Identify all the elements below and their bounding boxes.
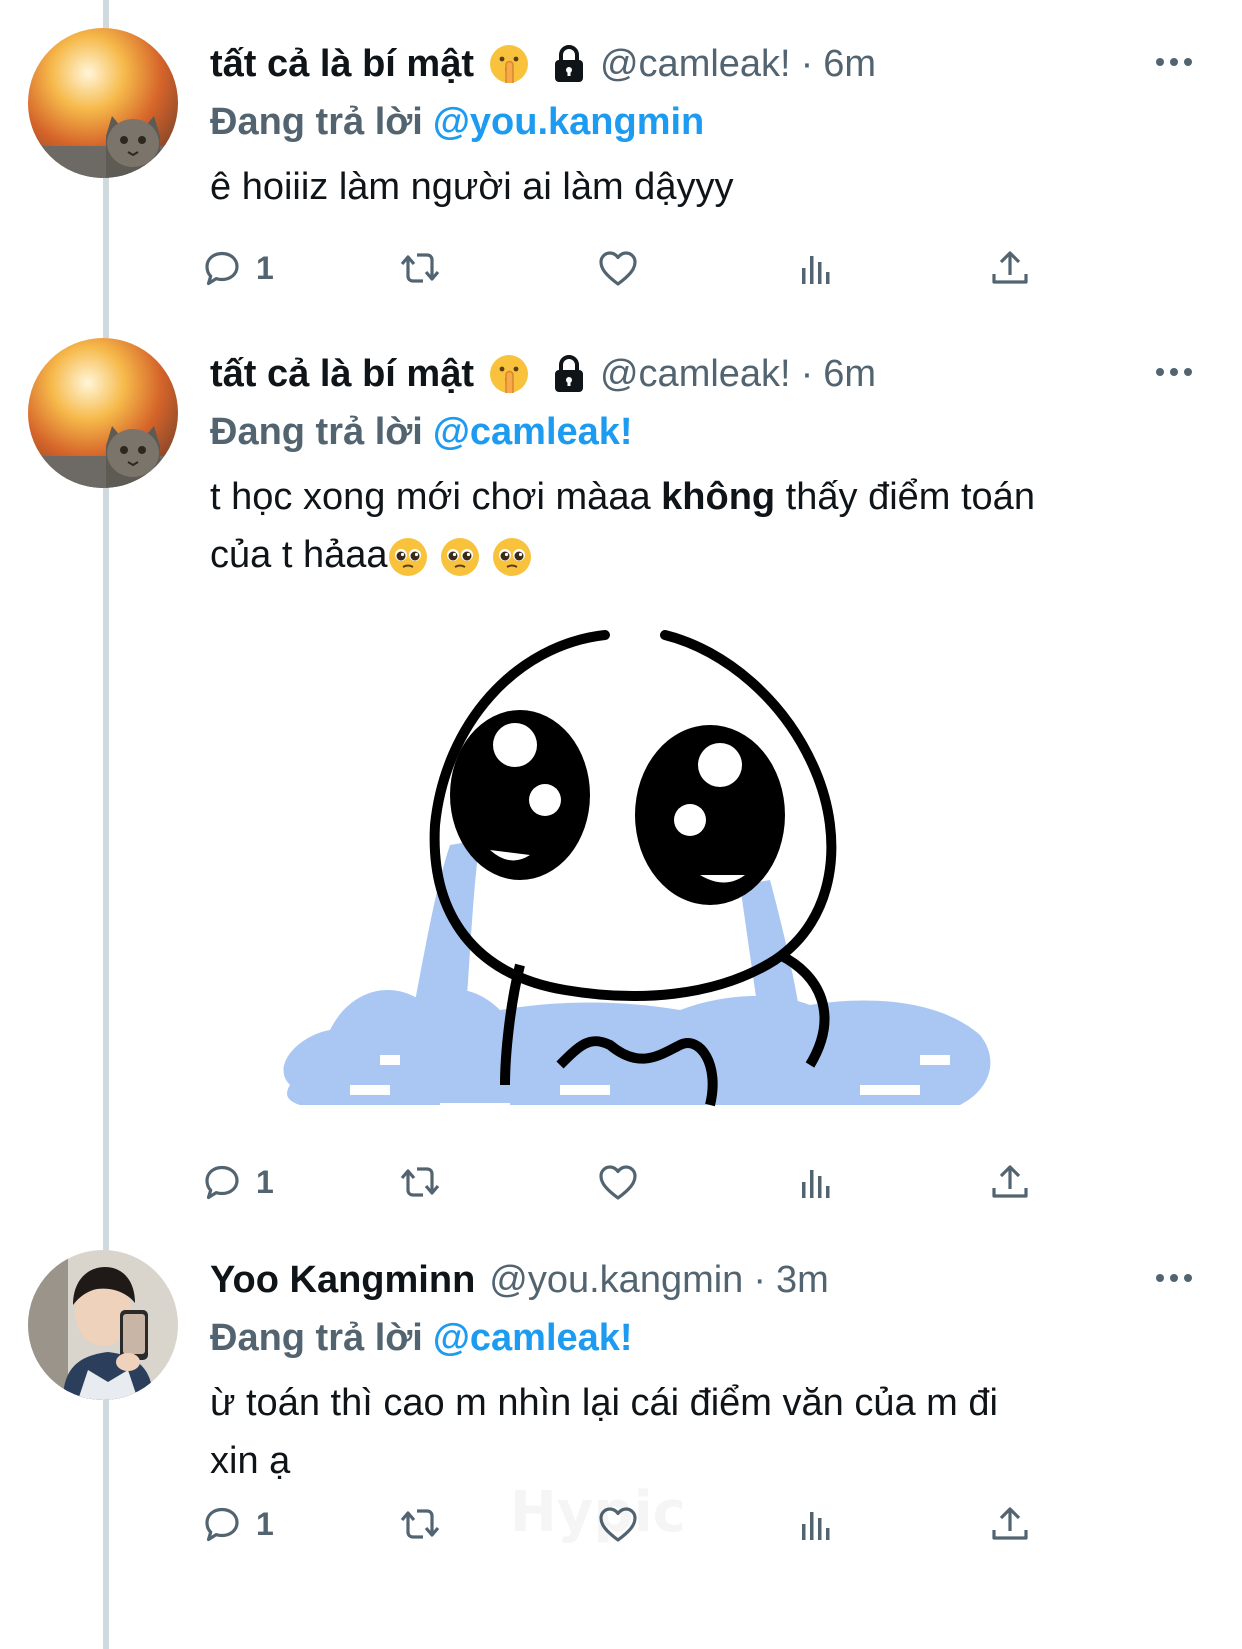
action-bar: 1 — [200, 238, 1060, 298]
timestamp[interactable]: 3m — [776, 1259, 829, 1302]
timestamp[interactable]: 6m — [823, 353, 876, 396]
tweet-text-line2: xin ạ — [210, 1440, 291, 1482]
views-button[interactable] — [794, 1494, 838, 1554]
retweet-icon — [400, 1509, 440, 1539]
lock-icon — [552, 355, 585, 394]
reply-prefix: Đang trả lời — [210, 411, 423, 453]
reply-prefix: Đang trả lời — [210, 1317, 423, 1359]
reply-target-link[interactable]: @camleak! — [433, 1317, 633, 1359]
reply-button[interactable]: 1 — [200, 1494, 274, 1554]
tweet-header: tất cả là bí mật @camleak! · 6m — [210, 346, 1202, 402]
separator-dot: · — [800, 352, 814, 395]
reply-icon — [205, 251, 239, 286]
reply-target-link[interactable]: @you.kangmin — [433, 101, 704, 143]
avatar-you-kangmin[interactable] — [28, 1250, 178, 1400]
crying-sticker-image[interactable] — [260, 615, 1020, 1145]
separator-dot: · — [800, 42, 814, 85]
tweet-text: t học xong mới chơi màaa không thấy điểm… — [210, 468, 1202, 584]
display-name[interactable]: Yoo Kangminn — [210, 1259, 475, 1302]
pleading-face-emoji-icon — [388, 536, 429, 577]
handle[interactable]: @camleak! — [600, 43, 791, 86]
like-icon — [599, 1165, 637, 1200]
display-name[interactable]: tất cả là bí mật — [210, 353, 474, 396]
views-button[interactable] — [794, 1152, 838, 1212]
pleading-face-emoji-icon — [492, 536, 533, 577]
replying-to: Đang trả lời @camleak! — [210, 402, 1202, 462]
shushing-face-emoji-icon — [489, 44, 529, 84]
reply-prefix: Đang trả lời — [210, 101, 423, 143]
retweet-icon — [400, 1167, 440, 1197]
tweet-text: ừ toán thì cao m nhìn lại cái điểm văn c… — [210, 1374, 1202, 1490]
more-icon[interactable] — [1154, 52, 1194, 72]
tweet-text-part: t học xong mới chơi màaa — [210, 476, 662, 518]
tweet-text-line2: của t hảaa — [210, 534, 388, 576]
views-icon — [802, 1512, 830, 1540]
share-icon — [992, 1507, 1028, 1540]
reply-count: 1 — [256, 1163, 274, 1200]
avatar-camleak[interactable] — [28, 28, 178, 178]
replying-to: Đang trả lời @you.kangmin — [210, 92, 1202, 152]
like-button[interactable] — [596, 238, 640, 298]
more-icon[interactable] — [1154, 1268, 1194, 1288]
share-button[interactable] — [988, 238, 1032, 298]
like-button[interactable] — [596, 1152, 640, 1212]
share-icon — [992, 251, 1028, 284]
action-bar: 1 — [200, 1152, 1060, 1212]
thread-line — [103, 0, 109, 1649]
share-button[interactable] — [988, 1152, 1032, 1212]
separator-dot: · — [753, 1258, 766, 1301]
pleading-face-emoji-icon — [440, 536, 481, 577]
tweet-text-line1: ừ toán thì cao m nhìn lại cái điểm văn c… — [210, 1382, 998, 1424]
more-icon[interactable] — [1154, 362, 1194, 382]
tweet-header: tất cả là bí mật @camleak! · 6m — [210, 36, 1202, 92]
retweet-icon — [400, 253, 440, 283]
share-icon — [992, 1165, 1028, 1198]
views-icon — [802, 256, 830, 284]
replying-to: Đang trả lời @camleak! — [210, 1308, 1202, 1368]
watermark: Hypic — [510, 1480, 686, 1545]
reply-count: 1 — [256, 1505, 274, 1542]
retweet-button[interactable] — [398, 238, 442, 298]
tweet-text-part: thấy điểm toán — [775, 476, 1035, 518]
handle[interactable]: @you.kangmin — [489, 1259, 743, 1302]
views-button[interactable] — [794, 238, 838, 298]
reply-target-link[interactable]: @camleak! — [433, 411, 633, 453]
timestamp[interactable]: 6m — [823, 43, 876, 86]
views-icon — [802, 1170, 830, 1198]
tweet-text-bold: không — [661, 476, 776, 518]
reply-button[interactable]: 1 — [200, 1152, 274, 1212]
tweet-text: ê hoiiiz làm người ai làm dậyyy — [210, 166, 734, 208]
lock-icon — [552, 45, 585, 84]
reply-count: 1 — [256, 249, 274, 286]
tweet-header: Yoo Kangminn @you.kangmin · 3m — [210, 1252, 1202, 1308]
reply-button[interactable]: 1 — [200, 238, 274, 298]
display-name[interactable]: tất cả là bí mật — [210, 43, 474, 86]
reply-icon — [205, 1165, 239, 1200]
retweet-button[interactable] — [398, 1152, 442, 1212]
like-icon — [599, 251, 637, 286]
share-button[interactable] — [988, 1494, 1032, 1554]
handle[interactable]: @camleak! — [600, 353, 791, 396]
retweet-button[interactable] — [398, 1494, 442, 1554]
reply-icon — [205, 1507, 239, 1542]
avatar-camleak[interactable] — [28, 338, 178, 488]
shushing-face-emoji-icon — [489, 354, 529, 394]
